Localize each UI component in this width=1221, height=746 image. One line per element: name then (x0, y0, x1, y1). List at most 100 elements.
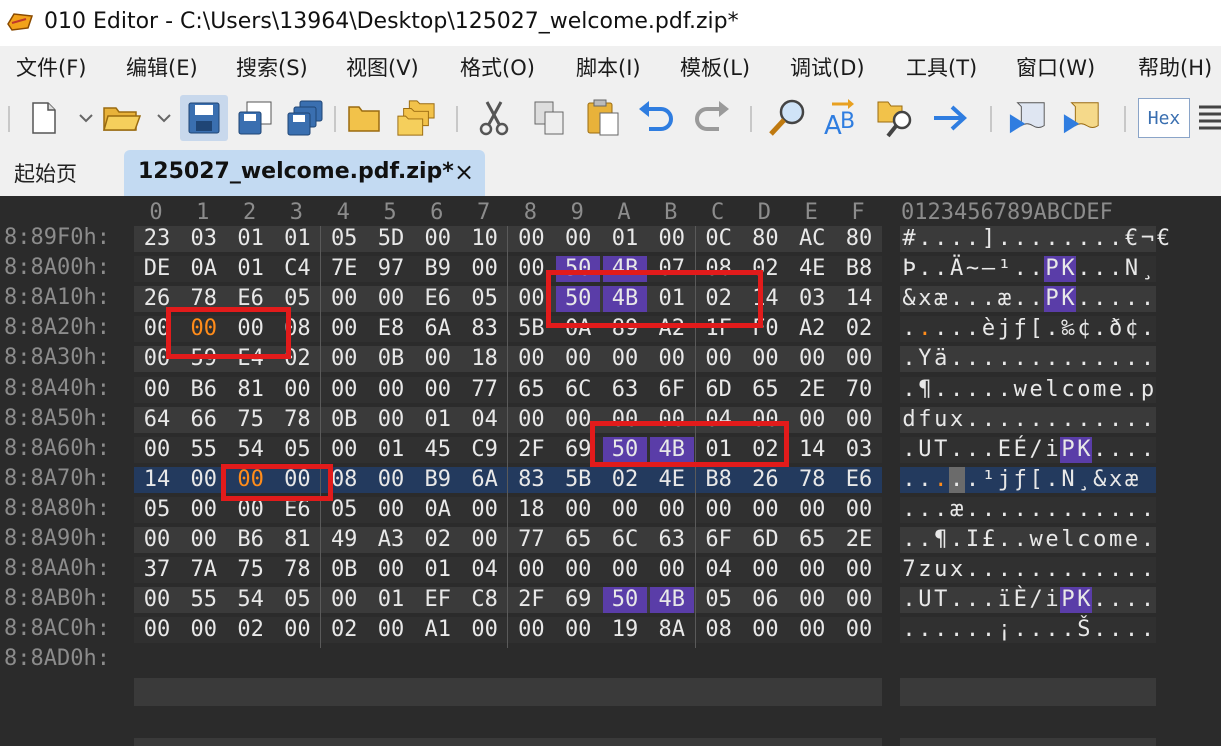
ascii-char[interactable]: U (917, 587, 933, 613)
ascii-char[interactable]: d (901, 407, 917, 433)
tab-start-page[interactable]: 起始页 (14, 158, 77, 188)
ascii-char[interactable]: . (1060, 226, 1076, 252)
hex-byte[interactable]: 00 (837, 587, 881, 613)
ascii-char[interactable]: ¹ (981, 467, 997, 493)
ascii-char[interactable]: . (901, 467, 917, 493)
ascii-char[interactable]: ¹ (996, 256, 1012, 282)
ascii-char[interactable]: . (1124, 346, 1140, 372)
hex-byte[interactable]: 2E (837, 527, 881, 553)
menu-item-8[interactable]: 工具(T) (906, 52, 977, 82)
hex-byte[interactable]: 6C (556, 377, 600, 403)
hex-byte[interactable]: 65 (556, 527, 600, 553)
ascii-char[interactable]: . (933, 497, 949, 523)
hex-editor[interactable]: 0123456789ABCDEF 0123456789ABCDEF 8:89F0… (0, 196, 1221, 746)
ascii-char[interactable]: N (1124, 256, 1140, 282)
ascii-char[interactable]: j (996, 316, 1012, 342)
hex-byte[interactable]: 00 (135, 527, 179, 553)
hex-byte[interactable]: 6F (650, 377, 694, 403)
ascii-char[interactable]: . (965, 467, 981, 493)
hex-byte[interactable]: 01 (229, 226, 273, 252)
hex-byte[interactable]: 00 (556, 497, 600, 523)
ascii-char[interactable]: . (1124, 557, 1140, 583)
ascii-char[interactable]: N (1060, 467, 1076, 493)
copy-icon[interactable] (530, 98, 570, 138)
ascii-char[interactable]: . (1108, 407, 1124, 433)
ascii-char[interactable]: . (981, 286, 997, 312)
hex-byte[interactable]: 5D (369, 226, 413, 252)
ascii-char[interactable]: . (965, 437, 981, 463)
new-dropdown-icon[interactable] (78, 110, 94, 126)
ascii-char[interactable]: . (1092, 437, 1108, 463)
ascii-char[interactable]: . (1076, 256, 1092, 282)
hex-byte[interactable]: 0B (369, 346, 413, 372)
hex-byte[interactable]: AC (790, 226, 834, 252)
ascii-char[interactable]: Š (1076, 617, 1092, 643)
ascii-char[interactable]: æ (1124, 467, 1140, 493)
ascii-char[interactable]: . (1108, 226, 1124, 252)
ascii-char[interactable]: e (1028, 377, 1044, 403)
hex-byte[interactable]: 00 (556, 557, 600, 583)
ascii-char[interactable]: € (1124, 226, 1140, 252)
cut-icon[interactable] (474, 98, 514, 138)
hex-byte[interactable]: 02 (322, 617, 366, 643)
ascii-char[interactable]: / (1028, 437, 1044, 463)
ascii-char[interactable]: . (1028, 286, 1044, 312)
redo-icon[interactable] (692, 98, 732, 138)
ascii-char[interactable]: . (1124, 286, 1140, 312)
hex-byte[interactable]: 0B (322, 557, 366, 583)
ascii-char[interactable]: ï (996, 587, 1012, 613)
ascii-char[interactable]: . (996, 557, 1012, 583)
hex-byte[interactable]: 5B (556, 467, 600, 493)
hex-byte[interactable]: 6D (743, 527, 787, 553)
ascii-char[interactable]: . (996, 377, 1012, 403)
ascii-char[interactable]: . (996, 226, 1012, 252)
ascii-char[interactable]: . (949, 527, 965, 553)
ascii-char[interactable]: . (1140, 527, 1156, 553)
ascii-char[interactable]: € (1155, 226, 1171, 252)
ascii-char[interactable]: 7 (901, 557, 917, 583)
hex-byte[interactable]: 6D (697, 377, 741, 403)
hex-byte[interactable]: 00 (135, 377, 179, 403)
hex-byte[interactable]: 00 (369, 497, 413, 523)
ascii-char[interactable]: l (1060, 527, 1076, 553)
ascii-char[interactable]: ¸ (1140, 256, 1156, 282)
hex-byte[interactable]: 00 (463, 617, 507, 643)
ascii-char[interactable]: P (1060, 436, 1076, 463)
ascii-char[interactable]: . (1044, 557, 1060, 583)
hex-byte[interactable]: 81 (229, 377, 273, 403)
hex-byte[interactable]: 08 (697, 617, 741, 643)
hex-byte[interactable]: A3 (369, 527, 413, 553)
ascii-char[interactable]: . (981, 407, 997, 433)
hex-byte[interactable]: 01 (275, 226, 319, 252)
hex-byte[interactable]: 6A (416, 316, 460, 342)
ascii-char[interactable]: . (1108, 346, 1124, 372)
ascii-char[interactable]: . (996, 346, 1012, 372)
hex-byte[interactable]: 00 (556, 617, 600, 643)
ascii-char[interactable]: ¶ (933, 527, 949, 553)
hex-byte[interactable]: 01 (603, 226, 647, 252)
hex-byte[interactable]: 65 (790, 527, 834, 553)
ascii-char[interactable]: j (996, 467, 1012, 493)
hex-byte[interactable]: 01 (416, 407, 460, 433)
hex-byte[interactable]: 00 (556, 226, 600, 252)
hex-byte[interactable]: B9 (416, 467, 460, 493)
ascii-char[interactable]: p (1140, 377, 1156, 403)
hex-byte[interactable]: 18 (509, 497, 553, 523)
hex-byte[interactable]: 00 (182, 497, 226, 523)
ascii-char[interactable]: . (1044, 497, 1060, 523)
ascii-char[interactable]: . (1044, 467, 1060, 493)
hex-byte[interactable]: 97 (369, 256, 413, 282)
hex-byte[interactable]: 00 (135, 437, 179, 463)
ascii-char[interactable]: ä (933, 346, 949, 372)
hex-byte[interactable]: 00 (182, 617, 226, 643)
hex-byte[interactable]: 00 (369, 377, 413, 403)
hex-byte[interactable]: E6 (416, 286, 460, 312)
ascii-char[interactable]: . (1140, 346, 1156, 372)
ascii-char[interactable]: ð (1108, 316, 1124, 342)
hex-byte[interactable]: 45 (416, 437, 460, 463)
hex-byte[interactable]: 00 (369, 557, 413, 583)
menu-item-6[interactable]: 模板(L) (680, 52, 750, 82)
ascii-char[interactable]: . (1092, 557, 1108, 583)
hex-byte[interactable]: 19 (603, 617, 647, 643)
ascii-char[interactable]: . (949, 316, 965, 342)
